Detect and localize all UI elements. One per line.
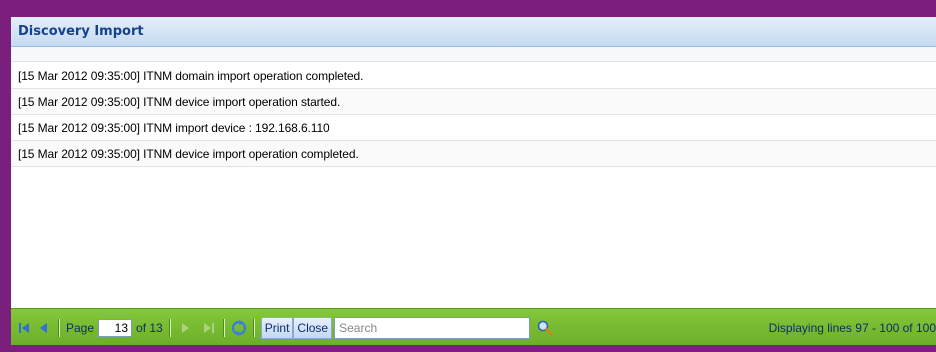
refresh-icon[interactable] <box>231 319 247 336</box>
search-input[interactable] <box>334 316 531 339</box>
magnifier-icon[interactable] <box>537 320 553 336</box>
log-line: [15 Mar 2012 09:35:00] ITNM domain impor… <box>11 63 936 89</box>
next-page-icon[interactable] <box>177 320 193 336</box>
log-line: [15 Mar 2012 09:35:00] ITNM import devic… <box>11 115 936 141</box>
window-titlebar: Discovery Import <box>11 17 936 47</box>
paging-toolbar: Page of 13 Print Close Displayin <box>11 308 936 345</box>
paging-status-text: Displaying lines 97 - 100 of 100 <box>768 320 936 335</box>
toolbar-separator <box>222 318 225 337</box>
discovery-import-window: Discovery Import [15 Mar 2012 09:35:00] … <box>11 17 936 345</box>
log-list: [15 Mar 2012 09:35:00] ITNM domain impor… <box>11 63 936 167</box>
page-label: Page <box>66 320 95 335</box>
log-line: [15 Mar 2012 09:35:00] ITNM device impor… <box>11 89 936 115</box>
page-count-label: of 13 <box>136 320 163 335</box>
page-number-input[interactable] <box>98 318 133 337</box>
log-header-bar <box>11 47 936 62</box>
close-button[interactable]: Close <box>293 316 333 339</box>
toolbar-separator <box>58 318 60 337</box>
last-page-icon[interactable] <box>201 320 217 336</box>
first-page-icon[interactable] <box>16 320 32 336</box>
prev-page-icon[interactable] <box>36 320 52 336</box>
window-title: Discovery Import <box>18 24 144 39</box>
log-line: [15 Mar 2012 09:35:00] ITNM device impor… <box>11 141 936 167</box>
print-button[interactable]: Print <box>260 316 294 339</box>
toolbar-separator <box>252 318 255 337</box>
toolbar-separator <box>168 318 171 337</box>
